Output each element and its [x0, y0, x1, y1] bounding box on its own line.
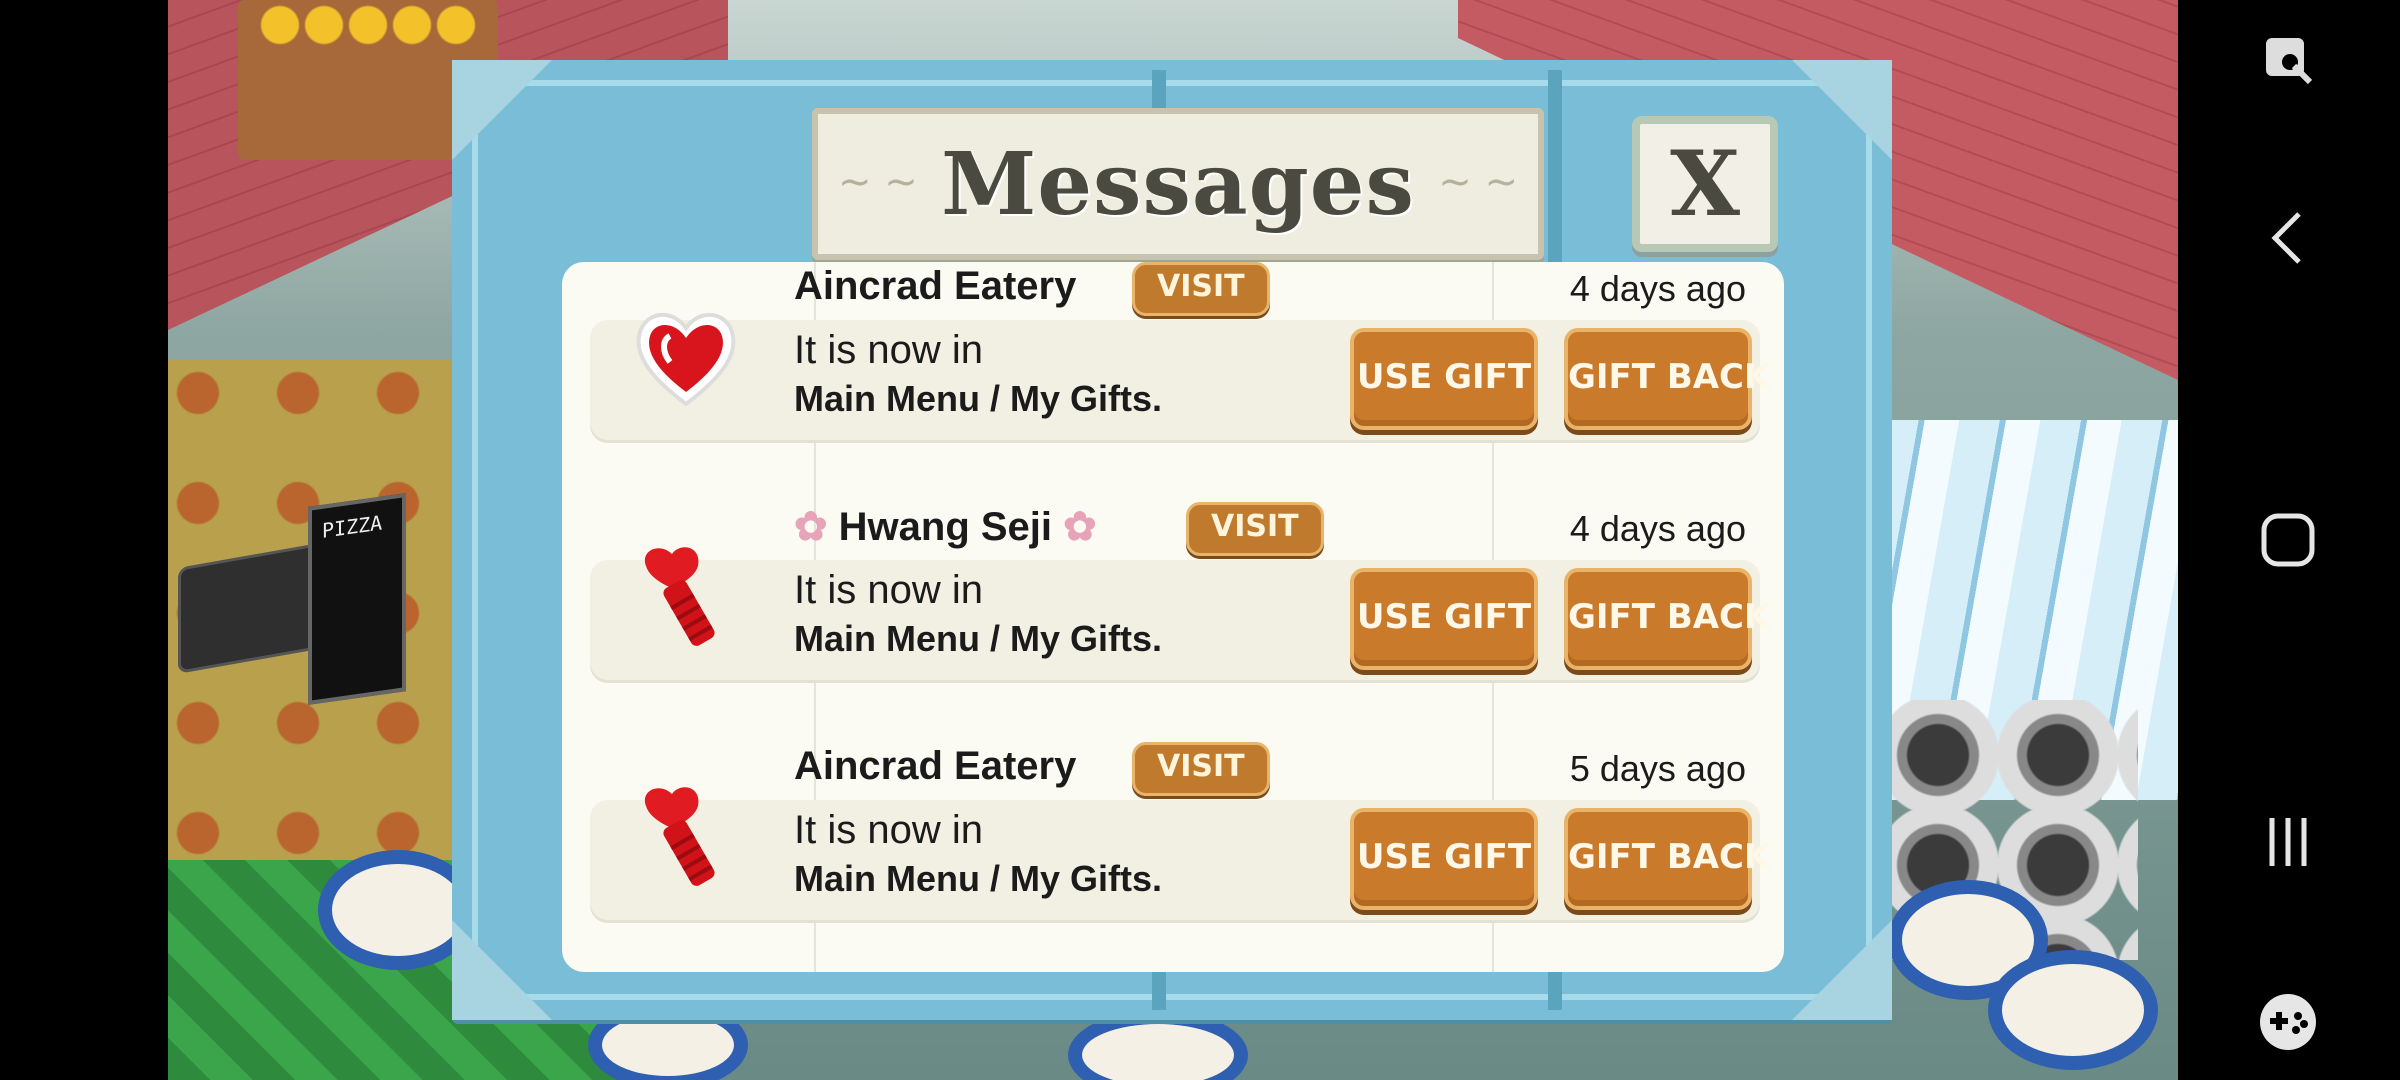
- back-icon[interactable]: [2248, 198, 2328, 278]
- dialog-corner: [1792, 920, 1892, 1020]
- flower-icon: ✿: [794, 505, 828, 549]
- food-plate[interactable]: [1988, 950, 2158, 1070]
- message-text: It is now in: [794, 328, 983, 372]
- sender-name-text: Hwang Seji: [838, 505, 1053, 549]
- message-time: 4 days ago: [1569, 268, 1746, 309]
- sender-name: Aincrad Eatery: [794, 744, 1077, 788]
- close-button[interactable]: X: [1632, 116, 1778, 252]
- flower-icon: ✿: [1063, 505, 1097, 549]
- title-plate: ~ ~ Messages ~ ~: [812, 108, 1544, 260]
- message-item: ✿ Hwang Seji ✿ VISIT 4 days ago It is no…: [590, 502, 1770, 682]
- messages-list[interactable]: Aincrad Eatery VISIT 4 days ago It is no…: [562, 262, 1784, 972]
- message-location: Main Menu / My Gifts.: [794, 618, 1163, 659]
- messages-dialog: ~ ~ Messages ~ ~ X Aincrad Eatery VISIT …: [452, 60, 1892, 1020]
- visit-button[interactable]: VISIT: [1132, 742, 1270, 796]
- pizza-sign[interactable]: PIZZA: [308, 493, 406, 705]
- dialog-corner: [1792, 60, 1892, 160]
- visit-button[interactable]: VISIT: [1132, 262, 1270, 316]
- swirl-ornament-icon: ~ ~: [1438, 159, 1518, 205]
- use-gift-button[interactable]: USE GIFT: [1350, 568, 1538, 670]
- message-item: Aincrad Eatery VISIT 4 days ago It is no…: [590, 262, 1770, 442]
- dialog-corner: [452, 920, 552, 1020]
- message-text: It is now in: [794, 808, 983, 852]
- recents-icon[interactable]: [2248, 802, 2328, 882]
- message-item: Aincrad Eatery VISIT 5 days ago It is no…: [590, 742, 1770, 922]
- heart-screw-icon: [626, 776, 746, 896]
- game-tools-icon[interactable]: [2248, 982, 2328, 1062]
- pizza-sign-text: PIZZA: [322, 510, 383, 543]
- visit-button[interactable]: VISIT: [1186, 502, 1324, 556]
- screenshot-edit-icon[interactable]: [2248, 20, 2328, 100]
- sender-name: Aincrad Eatery: [794, 264, 1077, 308]
- message-text: It is now in: [794, 568, 983, 612]
- system-nav-bar: [2178, 0, 2400, 1080]
- message-time: 4 days ago: [1569, 508, 1746, 549]
- message-location: Main Menu / My Gifts.: [794, 858, 1163, 899]
- sender-name: ✿ Hwang Seji ✿: [794, 504, 1097, 550]
- use-gift-button[interactable]: USE GIFT: [1350, 808, 1538, 910]
- home-icon[interactable]: [2248, 500, 2328, 580]
- gift-back-button[interactable]: GIFT BACK: [1564, 808, 1770, 910]
- gift-back-button[interactable]: GIFT BACK: [1564, 568, 1770, 670]
- gift-back-button[interactable]: GIFT BACK: [1564, 328, 1770, 430]
- close-icon: X: [1670, 131, 1740, 237]
- use-gift-button[interactable]: USE GIFT: [1350, 328, 1538, 430]
- message-time: 5 days ago: [1569, 748, 1746, 789]
- message-location: Main Menu / My Gifts.: [794, 378, 1163, 419]
- dialog-title: Messages: [941, 133, 1415, 235]
- dialog-corner: [452, 60, 552, 160]
- swirl-ornament-icon: ~ ~: [838, 159, 918, 205]
- heart-icon: [626, 296, 746, 416]
- heart-screw-icon: [626, 536, 746, 656]
